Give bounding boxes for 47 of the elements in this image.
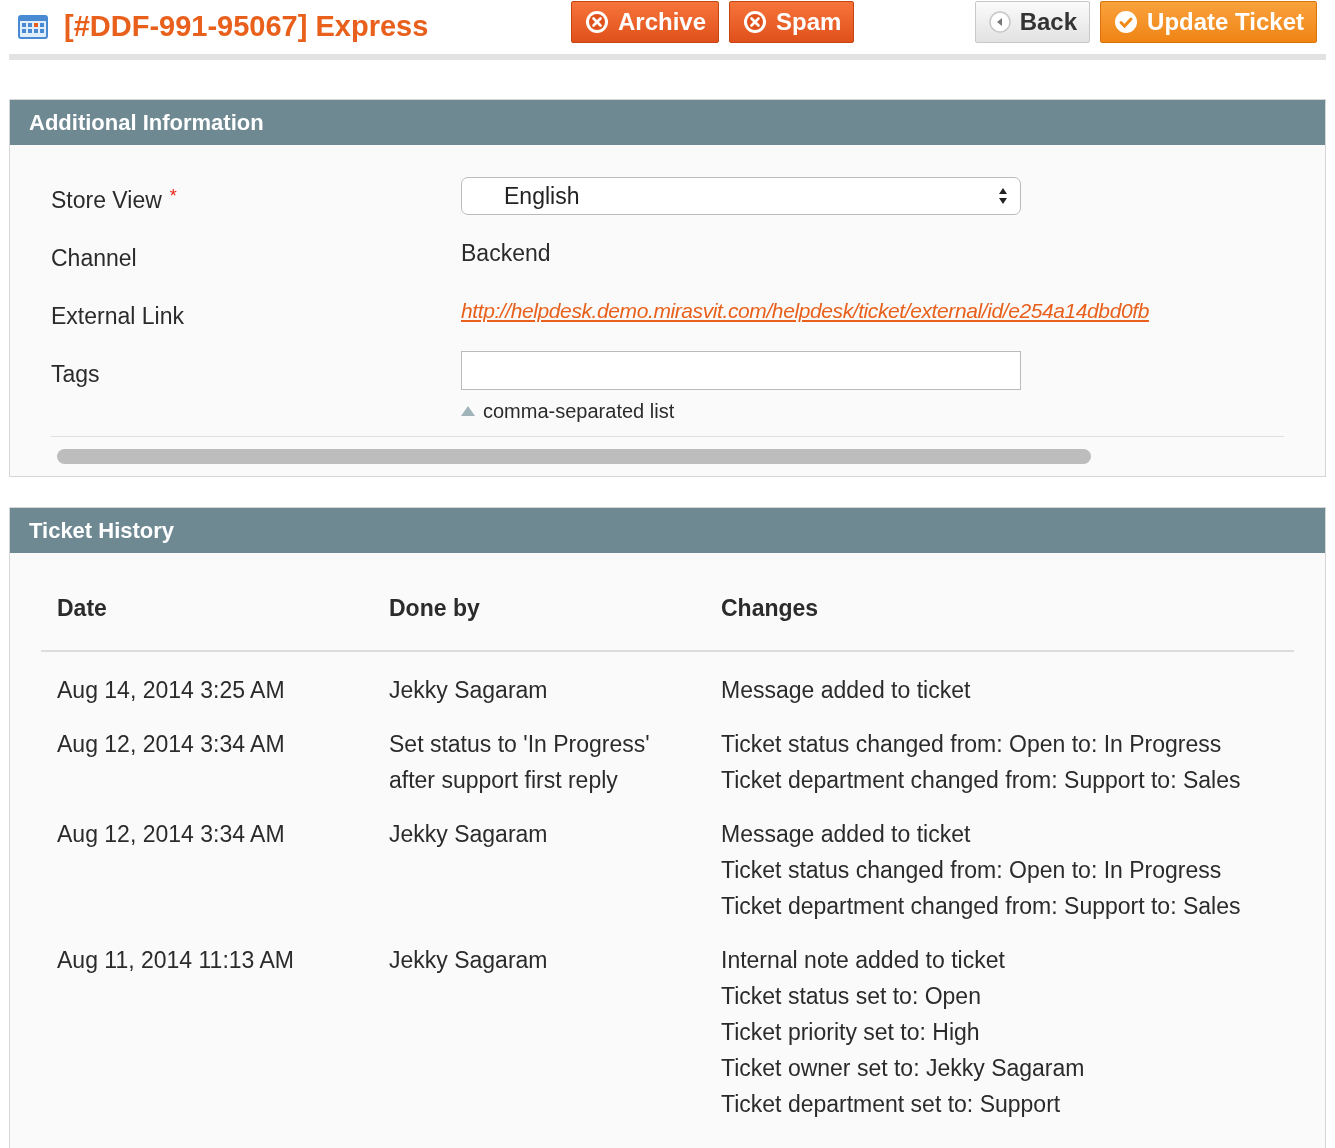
scrollbar[interactable] bbox=[57, 449, 1091, 464]
change-text: Ticket status changed from: Open to: In Progress bbox=[721, 855, 1222, 885]
action-button[interactable]: Spam bbox=[729, 1, 855, 43]
change-text: Ticket department changed from: Support to: Sales bbox=[721, 891, 1241, 921]
done-by-text: Jekky Sagaram bbox=[389, 675, 548, 705]
done-by-text: Jekky Sagaram bbox=[389, 945, 548, 975]
ticket-title: [#DDF-991-95067] Express bbox=[64, 9, 430, 45]
date-cell: Aug 14, 2014 3:25 AM bbox=[57, 676, 285, 703]
close-circle-icon bbox=[742, 9, 769, 35]
field-label: Store View bbox=[51, 186, 162, 215]
change-text: Ticket owner set to: Jekky Sagaram bbox=[721, 1053, 1085, 1083]
store-view-select[interactable]: English bbox=[461, 177, 1021, 215]
select-arrows-icon bbox=[998, 186, 1008, 206]
date-cell: Aug 12, 2014 3:34 AM bbox=[57, 820, 285, 847]
change-text: Ticket status changed from: Open to: In Progress bbox=[721, 729, 1222, 759]
required-marker: * bbox=[169, 185, 177, 208]
triangle-icon bbox=[461, 406, 475, 416]
change-text: Ticket priority set to: High bbox=[721, 1017, 980, 1047]
date-cell: Aug 11, 2014 11:13 AM bbox=[57, 946, 294, 973]
tags-hint: comma-separated list bbox=[483, 399, 675, 424]
change-text: Message added to ticket bbox=[721, 819, 971, 849]
section-header: Additional Information bbox=[10, 100, 1325, 145]
calendar-icon bbox=[18, 14, 48, 40]
close-circle-icon bbox=[584, 9, 610, 35]
tags-input[interactable] bbox=[461, 351, 1021, 390]
external-link[interactable]: http://helpdesk.demo.mirasvit.com/helpdesk/ticket/external/id/e254a14dbd0fb bbox=[461, 299, 1149, 322]
change-text: Message added to ticket bbox=[721, 675, 971, 705]
change-text: Ticket department set to: Support bbox=[721, 1089, 1061, 1119]
check-circle-icon bbox=[1113, 9, 1140, 35]
field-label: Tags bbox=[51, 360, 100, 389]
section-header: Ticket History bbox=[10, 508, 1325, 553]
back-button[interactable]: Back bbox=[974, 1, 1091, 43]
field-label: Channel bbox=[51, 244, 137, 273]
done-by-text: Set status to 'In Progress' bbox=[389, 729, 650, 759]
done-by-text: Jekky Sagaram bbox=[389, 819, 548, 849]
update-button[interactable]: Update Ticket bbox=[1100, 1, 1317, 43]
change-text: Ticket status set to: Open bbox=[721, 981, 981, 1011]
done-by-text: after support first reply bbox=[389, 765, 618, 795]
field-value: Backend bbox=[461, 240, 551, 266]
date-cell: Aug 12, 2014 3:34 AM bbox=[57, 730, 285, 757]
action-button[interactable]: Archive bbox=[571, 1, 720, 43]
change-text: Internal note added to ticket bbox=[721, 945, 1005, 975]
change-text: Ticket department changed from: Support to: Sales bbox=[721, 765, 1241, 795]
field-label: External Link bbox=[51, 302, 184, 331]
column-header: Changes bbox=[721, 595, 819, 621]
column-header: Date bbox=[57, 595, 107, 621]
column-header: Done by bbox=[389, 595, 480, 621]
